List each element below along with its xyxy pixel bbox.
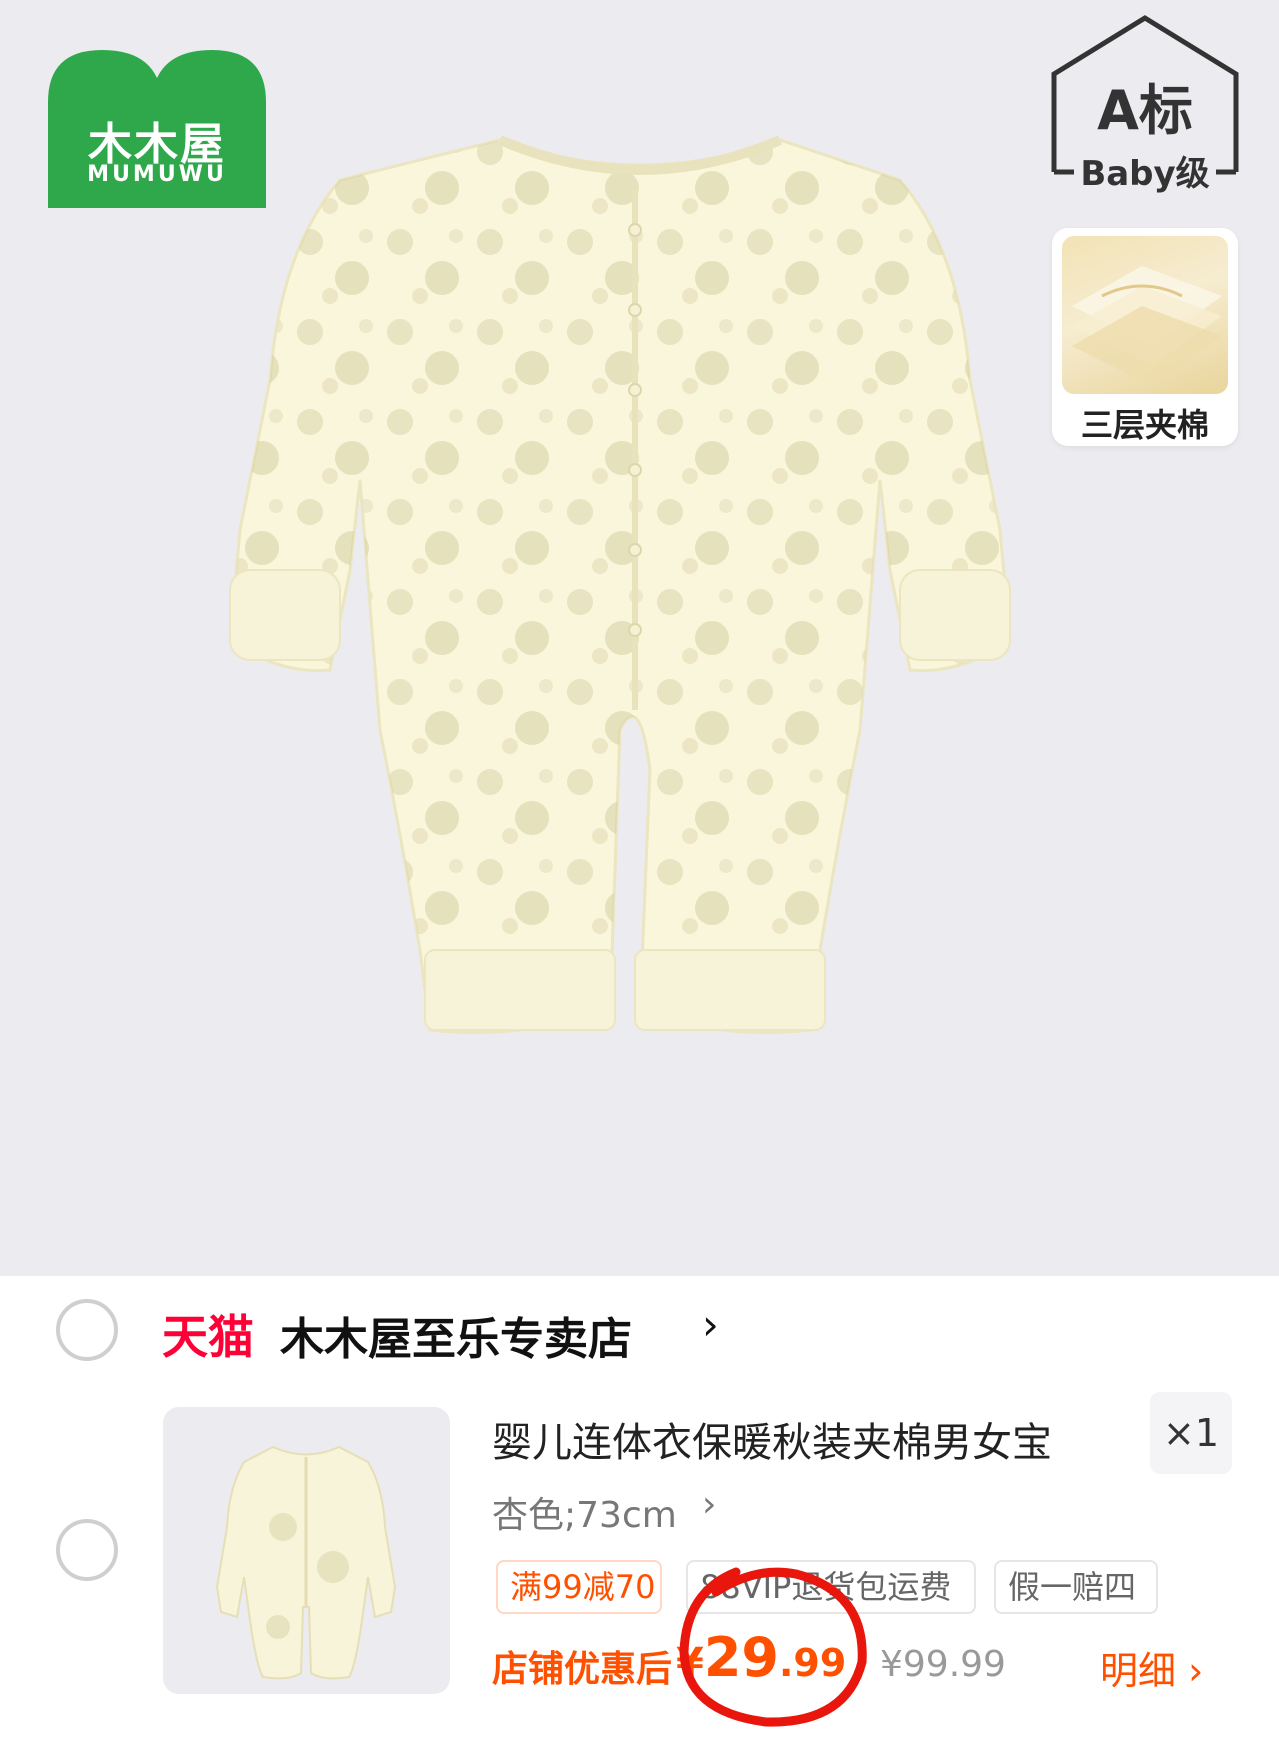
- fabric-layers-image: [1062, 236, 1228, 394]
- sku-selector[interactable]: 杏色;73cm: [492, 1486, 677, 1538]
- original-price: ¥99.99: [880, 1644, 1006, 1685]
- romper-image: [228, 135, 1012, 1034]
- coupon-label: 店铺优惠后: [492, 1649, 673, 1690]
- product-title[interactable]: 婴儿连体衣保暖秋装夹棉男女宝: [492, 1410, 1052, 1468]
- promo-tag: 满99减70: [496, 1560, 662, 1614]
- guarantee-tag: 假一赔四: [994, 1560, 1158, 1614]
- detail-link[interactable]: 明细 ›: [1100, 1640, 1203, 1695]
- platform-label: 天猫: [162, 1310, 254, 1364]
- product-thumbnail[interactable]: [163, 1407, 450, 1694]
- product-hero-image[interactable]: 木木屋 MUMUWU A标 Baby级 三层夹棉: [0, 0, 1279, 1276]
- store-name-link[interactable]: 木木屋至乐专卖店: [280, 1303, 632, 1367]
- red-circle-annotation: [679, 1567, 867, 1727]
- item-select-radio[interactable]: [56, 1519, 118, 1581]
- chevron-right-icon[interactable]: ›: [702, 1300, 719, 1349]
- chevron-right-icon[interactable]: ›: [702, 1484, 716, 1525]
- quantity-button[interactable]: ×1: [1150, 1392, 1232, 1474]
- store-select-radio[interactable]: [56, 1299, 118, 1361]
